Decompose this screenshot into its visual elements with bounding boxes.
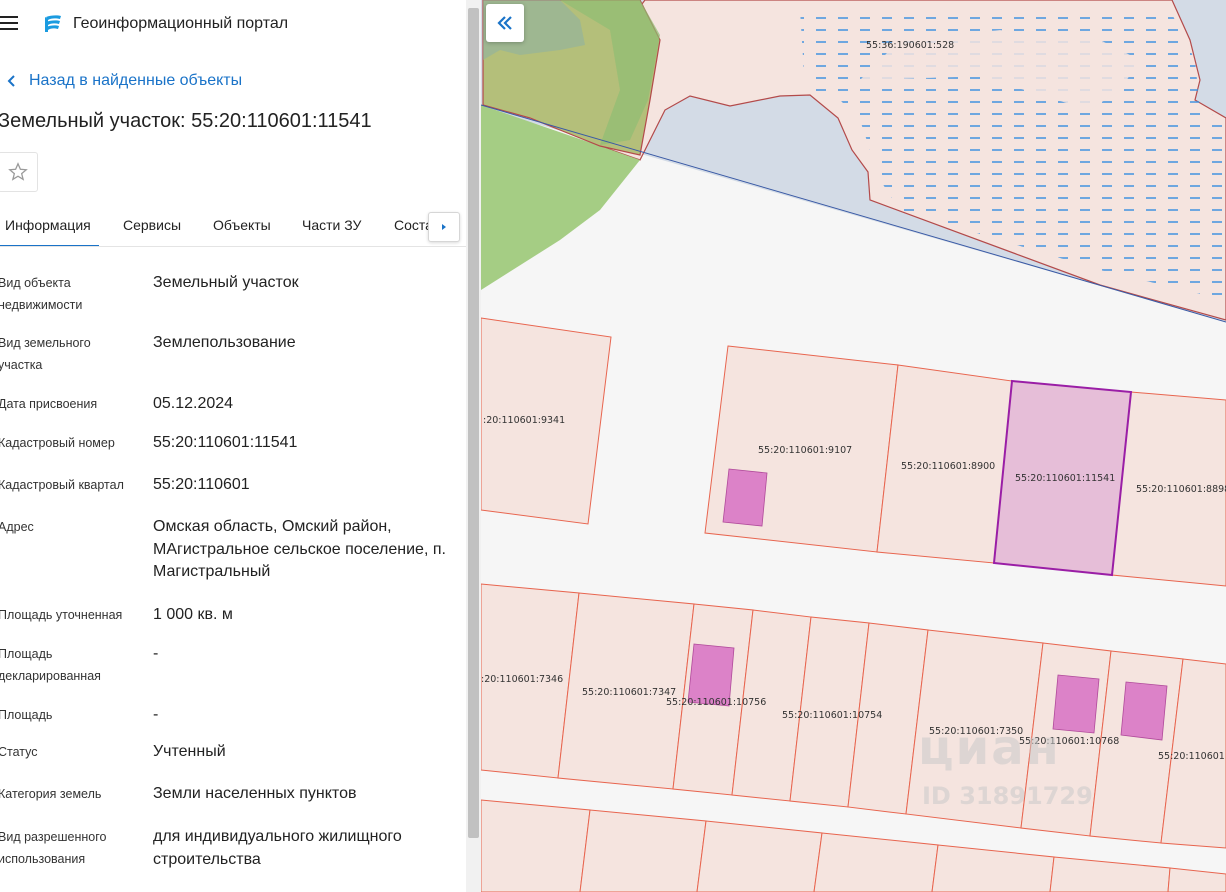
parcel-label: 55:20:110601:8898 (1136, 484, 1226, 495)
tabs-bar: Информация Сервисы Объекты Части ЗУ Сост… (0, 205, 466, 247)
back-link-label: Назад в найденные объекты (29, 72, 243, 89)
parcel-label: 55:20:110601:1 (1158, 751, 1226, 762)
parcel-label: 55:20:110601:10756 (666, 697, 767, 708)
parcel-i[interactable] (931, 844, 1055, 892)
property-value: Учтенный (153, 743, 226, 760)
property-value: 05.12.2024 (153, 395, 234, 412)
parcel-label: 55:36:190601:528 (866, 40, 955, 51)
parcel-label: 55:20:110601:10754 (782, 710, 883, 721)
property-label: Дата присвоения (0, 397, 98, 411)
tab-services[interactable]: Сервисы (123, 217, 181, 233)
caret-right-icon (442, 224, 446, 230)
parcel-label: 55:20:110601:8900 (901, 461, 996, 472)
parcel-label: 55:20:110601:9107 (758, 445, 853, 456)
property-label: Площадь (0, 708, 53, 722)
property-value: Земельный участок (153, 274, 299, 291)
property-label: Категория земель (0, 787, 102, 801)
property-label: Площадь декларированная (0, 647, 101, 683)
scrollbar-thumb[interactable] (468, 8, 479, 838)
header: Геоинформационный портал (0, 0, 466, 50)
map-canvas[interactable] (481, 0, 1226, 892)
tab-info[interactable]: Информация (5, 217, 91, 233)
hamburger-menu-icon[interactable] (0, 16, 20, 32)
parcel-k[interactable] (1167, 867, 1226, 892)
watermark-logo: циан (918, 720, 1061, 776)
property-value: 55:20:110601 (153, 476, 250, 493)
double-chevron-left-icon (497, 16, 512, 30)
parcel-label: :20:110601:9341 (483, 415, 566, 426)
parcel-label: 55:20:110601:11541 (1015, 473, 1116, 484)
property-label: Кадастровый номер (0, 436, 115, 450)
info-panel: Геоинформационный портал Назад в найденн… (0, 0, 466, 892)
parcel-label: 55:20:110601:7347 (582, 687, 677, 698)
property-value: - (153, 706, 159, 723)
property-value: 1 000 кв. м (153, 606, 233, 623)
parcel-g[interactable] (696, 820, 823, 892)
panel-scrollbar[interactable] (466, 0, 481, 892)
watermark-id: ID 31891729 (922, 782, 1093, 810)
parcel-f[interactable] (579, 809, 707, 892)
tabs-scroll-right-button[interactable] (428, 212, 460, 242)
property-label: Вид разрешенного использования (0, 830, 107, 866)
portal-logo-icon[interactable] (42, 13, 64, 35)
map-view[interactable]: 55:36:190601:528 :20:110601:9341 55:20:1… (481, 0, 1226, 892)
property-label: Вид объекта недвижимости (0, 276, 83, 312)
property-value: для индивидуального жилищного строительс… (153, 828, 402, 868)
property-label: Адрес (0, 520, 34, 534)
chevron-left-icon (7, 75, 15, 87)
property-label: Статус (0, 745, 38, 759)
portal-title: Геоинформационный портал (73, 15, 289, 32)
collapse-panel-button[interactable] (486, 4, 524, 42)
tab-objects[interactable]: Объекты (213, 217, 271, 233)
property-label: Кадастровый квартал (0, 478, 124, 492)
property-label: Площадь уточненная (0, 608, 123, 622)
parcel-label: :20:110601:7346 (481, 674, 564, 685)
property-value: Земли населенных пунктов (153, 785, 357, 802)
page-title: Земельный участок: 55:20:110601:11541 (0, 110, 372, 132)
parcel-e[interactable] (481, 799, 591, 892)
building[interactable] (722, 468, 768, 527)
parcel-j[interactable] (1049, 856, 1171, 892)
property-value: Омская область, Омский район, МАгистраль… (153, 518, 446, 580)
property-label: Вид земельного участка (0, 336, 91, 372)
favorite-button[interactable] (0, 152, 38, 192)
parcel-h[interactable] (813, 832, 939, 892)
property-value: Землепользование (153, 334, 296, 351)
property-value: - (153, 645, 159, 662)
active-tab-indicator (0, 245, 99, 246)
back-to-results-link[interactable]: Назад в найденные объекты (0, 70, 242, 92)
property-value: 55:20:110601:11541 (153, 434, 298, 451)
building[interactable] (1120, 681, 1168, 741)
star-outline-icon (8, 162, 28, 181)
tab-parts[interactable]: Части ЗУ (302, 217, 361, 233)
